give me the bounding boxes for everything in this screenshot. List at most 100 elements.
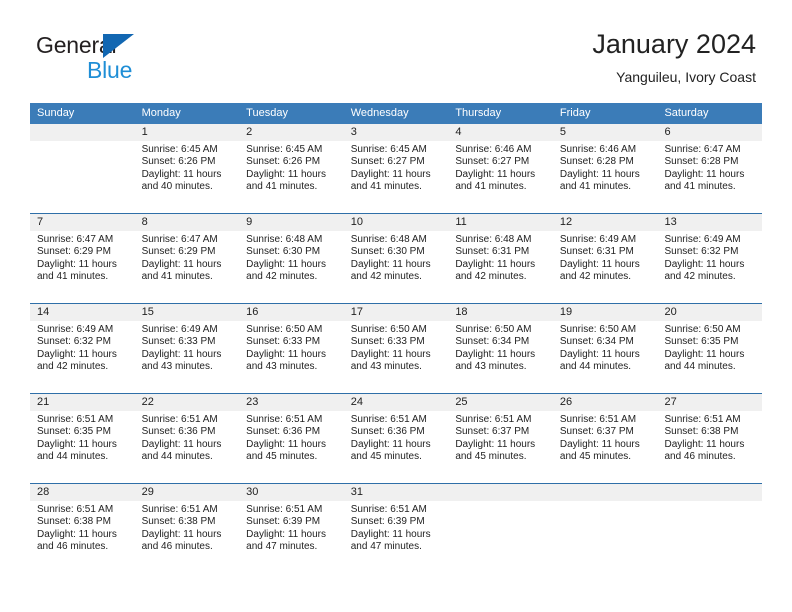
calendar-day-cell[interactable]: 2 Sunrise: 6:45 AM Sunset: 6:26 PM Daylight… [239, 124, 344, 213]
calendar-day-cell[interactable]: 6 Sunrise: 6:47 AM Sunset: 6:28 PM Daylight… [657, 124, 763, 213]
day-number: 18 [448, 304, 553, 321]
daylight-text-line1: Daylight: 11 hours [37, 348, 117, 360]
sunrise-text: Sunrise: 6:46 AM [559, 144, 637, 155]
daylight-text-line1: Daylight: 11 hours [455, 168, 536, 180]
daylight-text-line2: and 43 minutes. [350, 361, 422, 373]
daylight-text-line1: Daylight: 11 hours [559, 438, 640, 450]
daylight-text-line2: and 42 minutes. [37, 361, 109, 373]
daylight-text-line1: Daylight: 11 hours [455, 438, 536, 450]
day-details: Sunrise: 6:51 AM Sunset: 6:36 PM Daylight:… [344, 411, 449, 464]
weeks-container: 1 Sunrise: 6:45 AM Sunset: 6:26 PM Daylight… [30, 124, 763, 573]
sunrise-text: Sunrise: 6:51 AM [559, 414, 637, 425]
daylight-text-line1: Daylight: 11 hours [246, 258, 327, 270]
calendar-day-cell[interactable]: 29 Sunrise: 6:51 AM Sunset: 6:38 PM Dayligh… [134, 484, 240, 573]
calendar-day-cell[interactable]: 28 Sunrise: 6:51 AM Sunset: 6:38 PM Dayligh… [30, 484, 135, 573]
sunrise-text: Sunrise: 6:45 AM [141, 144, 218, 155]
sunrise-text: Sunrise: 6:51 AM [141, 414, 218, 425]
calendar-day-cell[interactable]: 17 Sunrise: 6:50 AM Sunset: 6:33 PM Dayligh… [343, 304, 449, 393]
sunset-text: Sunset: 6:27 PM [455, 156, 530, 168]
day-details: Sunrise: 6:51 AM Sunset: 6:39 PM Daylight:… [239, 501, 344, 554]
day-details: Sunrise: 6:49 AM Sunset: 6:32 PM Daylight:… [657, 231, 762, 284]
sunrise-text: Sunrise: 6:51 AM [350, 504, 427, 515]
calendar-day-cell[interactable]: 19 Sunrise: 6:50 AM Sunset: 6:34 PM Dayligh… [552, 304, 658, 393]
general-blue-logo[interactable]: General Blue [36, 32, 166, 84]
day-details: Sunrise: 6:51 AM Sunset: 6:38 PM Daylight:… [30, 501, 135, 554]
weekday-header-wednesday: Wednesday [350, 107, 409, 119]
daylight-text-line1: Daylight: 11 hours [664, 168, 745, 180]
calendar-day-cell[interactable]: 4 Sunrise: 6:46 AM Sunset: 6:27 PM Daylight… [448, 124, 553, 213]
daylight-text-line1: Daylight: 11 hours [455, 348, 536, 360]
sunrise-text: Sunrise: 6:51 AM [350, 414, 427, 425]
daylight-text-line1: Daylight: 11 hours [246, 438, 327, 450]
calendar-page: General Blue January 2024 Yanguileu, Ivo… [0, 0, 792, 612]
sunset-text: Sunset: 6:31 PM [559, 246, 634, 258]
sunrise-text: Sunrise: 6:49 AM [664, 234, 741, 245]
logo-triangle-icon [103, 34, 134, 58]
sunset-text: Sunset: 6:29 PM [141, 246, 216, 258]
daylight-text-line1: Daylight: 11 hours [141, 438, 222, 450]
daylight-text-line2: and 42 minutes. [455, 271, 527, 283]
daylight-text-line1: Daylight: 11 hours [350, 438, 431, 450]
daylight-text-line1: Daylight: 11 hours [37, 258, 117, 270]
daylight-text-line1: Daylight: 11 hours [246, 168, 327, 180]
day-details: Sunrise: 6:51 AM Sunset: 6:38 PM Daylight:… [657, 411, 762, 464]
day-details: Sunrise: 6:45 AM Sunset: 6:26 PM Daylight:… [135, 141, 240, 194]
daylight-text-line1: Daylight: 11 hours [559, 168, 640, 180]
day-number: 31 [343, 484, 449, 501]
calendar-day-cell[interactable]: 7 Sunrise: 6:47 AM Sunset: 6:29 PM Daylight… [30, 214, 135, 303]
sunrise-text: Sunrise: 6:49 AM [559, 234, 637, 245]
calendar-day-cell[interactable]: 3 Sunrise: 6:45 AM Sunset: 6:27 PM Daylight… [343, 124, 449, 213]
calendar-day-cell[interactable]: 22 Sunrise: 6:51 AM Sunset: 6:36 PM Dayligh… [134, 394, 240, 483]
day-details: Sunrise: 6:47 AM Sunset: 6:29 PM Daylight:… [135, 231, 240, 284]
day-number: 19 [552, 304, 658, 321]
daylight-text-line2: and 43 minutes. [455, 361, 527, 373]
day-details: Sunrise: 6:51 AM Sunset: 6:37 PM Daylight:… [553, 411, 658, 464]
calendar-day-cell[interactable]: 5 Sunrise: 6:46 AM Sunset: 6:28 PM Daylight… [552, 124, 658, 213]
calendar-day-cell[interactable]: 8 Sunrise: 6:47 AM Sunset: 6:29 PM Daylight… [134, 214, 240, 303]
sunrise-text: Sunrise: 6:51 AM [246, 504, 323, 515]
calendar-day-cell[interactable]: 25 Sunrise: 6:51 AM Sunset: 6:37 PM Dayligh… [448, 394, 553, 483]
calendar-day-cell[interactable]: 10 Sunrise: 6:48 AM Sunset: 6:30 PM Dayligh… [343, 214, 449, 303]
daylight-text-line1: Daylight: 11 hours [141, 348, 222, 360]
sunrise-text: Sunrise: 6:50 AM [246, 324, 323, 335]
day-details: Sunrise: 6:50 AM Sunset: 6:33 PM Daylight:… [239, 321, 344, 374]
daylight-text-line2: and 44 minutes. [141, 451, 213, 463]
daylight-text-line1: Daylight: 11 hours [664, 258, 745, 270]
calendar-day-cell[interactable]: 14 Sunrise: 6:49 AM Sunset: 6:32 PM Dayligh… [30, 304, 135, 393]
calendar-day-cell[interactable]: 23 Sunrise: 6:51 AM Sunset: 6:36 PM Dayligh… [239, 394, 344, 483]
calendar-day-cell[interactable]: 24 Sunrise: 6:51 AM Sunset: 6:36 PM Dayligh… [343, 394, 449, 483]
calendar-day-cell[interactable]: 18 Sunrise: 6:50 AM Sunset: 6:34 PM Dayligh… [448, 304, 553, 393]
sunrise-text: Sunrise: 6:48 AM [246, 234, 323, 245]
calendar-day-cell[interactable]: 21 Sunrise: 6:51 AM Sunset: 6:35 PM Dayligh… [30, 394, 135, 483]
daylight-text-line2: and 47 minutes. [350, 541, 422, 553]
sunrise-text: Sunrise: 6:46 AM [455, 144, 532, 155]
sunrise-text: Sunrise: 6:50 AM [350, 324, 427, 335]
day-number: 20 [657, 304, 763, 321]
sunrise-text: Sunrise: 6:50 AM [559, 324, 637, 335]
sunrise-text: Sunrise: 6:48 AM [455, 234, 532, 245]
calendar-day-cell[interactable]: 27 Sunrise: 6:51 AM Sunset: 6:38 PM Dayligh… [657, 394, 763, 483]
day-details: Sunrise: 6:48 AM Sunset: 6:30 PM Daylight:… [344, 231, 449, 284]
daylight-text-line1: Daylight: 11 hours [141, 168, 222, 180]
weekday-header-saturday: Saturday [664, 107, 709, 119]
calendar-day-cell[interactable]: 13 Sunrise: 6:49 AM Sunset: 6:32 PM Dayligh… [657, 214, 763, 303]
sunrise-text: Sunrise: 6:51 AM [455, 414, 532, 425]
calendar-day-cell[interactable]: 12 Sunrise: 6:49 AM Sunset: 6:31 PM Dayligh… [552, 214, 658, 303]
daylight-text-line2: and 41 minutes. [664, 181, 736, 193]
calendar-day-cell[interactable]: 26 Sunrise: 6:51 AM Sunset: 6:37 PM Dayligh… [552, 394, 658, 483]
daylight-text-line1: Daylight: 11 hours [246, 528, 327, 540]
calendar-day-cell[interactable]: 15 Sunrise: 6:49 AM Sunset: 6:33 PM Dayligh… [134, 304, 240, 393]
calendar-day-cell[interactable]: 16 Sunrise: 6:50 AM Sunset: 6:33 PM Dayligh… [239, 304, 344, 393]
calendar-day-cell[interactable]: 1 Sunrise: 6:45 AM Sunset: 6:26 PM Daylight… [134, 124, 240, 213]
day-number: 17 [343, 304, 449, 321]
calendar-week-row: 21 Sunrise: 6:51 AM Sunset: 6:35 PM Dayligh… [30, 393, 763, 483]
calendar-day-cell[interactable]: 31 Sunrise: 6:51 AM Sunset: 6:39 PM Dayligh… [343, 484, 449, 573]
calendar-day-cell[interactable]: 9 Sunrise: 6:48 AM Sunset: 6:30 PM Daylight… [239, 214, 344, 303]
day-number [30, 124, 135, 141]
day-details: Sunrise: 6:49 AM Sunset: 6:31 PM Daylight:… [553, 231, 658, 284]
calendar-day-cell[interactable]: 30 Sunrise: 6:51 AM Sunset: 6:39 PM Dayligh… [239, 484, 344, 573]
calendar-day-cell[interactable]: 20 Sunrise: 6:50 AM Sunset: 6:35 PM Dayligh… [657, 304, 763, 393]
calendar-day-cell[interactable]: 11 Sunrise: 6:48 AM Sunset: 6:31 PM Dayligh… [448, 214, 553, 303]
calendar-day-cell-empty [657, 484, 763, 573]
day-number: 29 [134, 484, 240, 501]
